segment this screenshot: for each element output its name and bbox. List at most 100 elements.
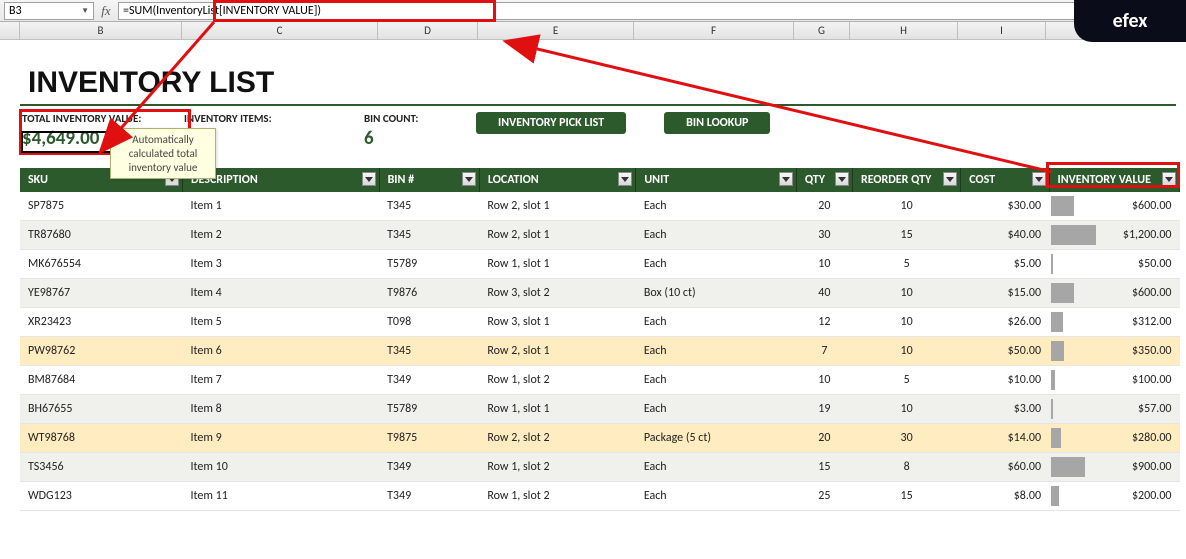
cell-unit[interactable]: Each [636, 453, 796, 482]
cell-description[interactable]: Item 6 [182, 337, 379, 366]
col-header-I[interactable]: I [958, 22, 1046, 39]
fx-icon[interactable]: fx [94, 3, 118, 19]
cell-location[interactable]: Row 1, slot 2 [479, 366, 635, 395]
cell-cost[interactable]: $50.00 [961, 337, 1049, 366]
cell-inventory-value[interactable]: $200.00 [1049, 482, 1179, 511]
bin-lookup-button[interactable]: BIN LOOKUP [664, 112, 770, 134]
filter-icon[interactable] [618, 172, 632, 186]
cell-location[interactable]: Row 2, slot 1 [479, 192, 635, 221]
cell-description[interactable]: Item 10 [182, 453, 379, 482]
table-row[interactable]: MK676554Item 3T5789Row 1, slot 1Each105$… [20, 250, 1180, 279]
cell-location[interactable]: Row 3, slot 2 [479, 279, 635, 308]
cell-cost[interactable]: $15.00 [961, 279, 1049, 308]
cell-unit[interactable]: Box (10 ct) [636, 279, 796, 308]
cell-sku[interactable]: WT98768 [20, 424, 182, 453]
cell-location[interactable]: Row 2, slot 1 [479, 221, 635, 250]
cell-inventory-value[interactable]: $600.00 [1049, 192, 1179, 221]
cell-sku[interactable]: BM87684 [20, 366, 182, 395]
cell-unit[interactable]: Each [636, 395, 796, 424]
cell-reorder-qty[interactable]: 5 [852, 250, 960, 279]
cell-cost[interactable]: $60.00 [961, 453, 1049, 482]
cell-description[interactable]: Item 9 [182, 424, 379, 453]
filter-icon[interactable] [943, 172, 957, 186]
filter-icon[interactable] [835, 172, 849, 186]
cell-qty[interactable]: 20 [796, 192, 852, 221]
cell-reorder-qty[interactable]: 5 [852, 366, 960, 395]
cell-inventory-value[interactable]: $1,200.00 [1049, 221, 1179, 250]
th-location[interactable]: LOCATION [479, 168, 635, 192]
cell-bin[interactable]: T349 [379, 482, 479, 511]
cell-sku[interactable]: WDG123 [20, 482, 182, 511]
cell-description[interactable]: Item 5 [182, 308, 379, 337]
cell-bin[interactable]: T345 [379, 337, 479, 366]
cell-cost[interactable]: $30.00 [961, 192, 1049, 221]
table-row[interactable]: WDG123Item 11T349Row 1, slot 2Each2515$8… [20, 482, 1180, 511]
cell-unit[interactable]: Each [636, 337, 796, 366]
cell-bin[interactable]: T349 [379, 366, 479, 395]
cell-sku[interactable]: BH67655 [20, 395, 182, 424]
col-header-G[interactable]: G [794, 22, 850, 39]
cell-qty[interactable]: 15 [796, 453, 852, 482]
cell-cost[interactable]: $3.00 [961, 395, 1049, 424]
cell-description[interactable]: Item 3 [182, 250, 379, 279]
cell-qty[interactable]: 20 [796, 424, 852, 453]
select-all-corner[interactable] [0, 22, 20, 39]
filter-icon[interactable] [1032, 172, 1046, 186]
cell-sku[interactable]: TR87680 [20, 221, 182, 250]
cell-qty[interactable]: 10 [796, 250, 852, 279]
th-bin[interactable]: BIN # [379, 168, 479, 192]
cell-sku[interactable]: MK676554 [20, 250, 182, 279]
cell-unit[interactable]: Each [636, 221, 796, 250]
cell-description[interactable]: Item 1 [182, 192, 379, 221]
cell-inventory-value[interactable]: $350.00 [1049, 337, 1179, 366]
cell-sku[interactable]: SP7875 [20, 192, 182, 221]
name-box[interactable]: B3 ▼ [4, 2, 94, 20]
col-header-B[interactable]: B [20, 22, 182, 39]
cell-unit[interactable]: Each [636, 192, 796, 221]
cell-inventory-value[interactable]: $312.00 [1049, 308, 1179, 337]
cell-location[interactable]: Row 3, slot 1 [479, 308, 635, 337]
table-row[interactable]: SP7875Item 1T345Row 2, slot 1Each2010$30… [20, 192, 1180, 221]
cell-sku[interactable]: PW98762 [20, 337, 182, 366]
cell-description[interactable]: Item 8 [182, 395, 379, 424]
cell-reorder-qty[interactable]: 30 [852, 424, 960, 453]
cell-inventory-value[interactable]: $600.00 [1049, 279, 1179, 308]
th-inventory-value[interactable]: INVENTORY VALUE [1049, 168, 1179, 192]
cell-bin[interactable]: T5789 [379, 250, 479, 279]
col-header-D[interactable]: D [378, 22, 478, 39]
cell-reorder-qty[interactable]: 10 [852, 192, 960, 221]
cell-bin[interactable]: T9876 [379, 279, 479, 308]
table-row[interactable]: BH67655Item 8T5789Row 1, slot 1Each1910$… [20, 395, 1180, 424]
cell-reorder-qty[interactable]: 15 [852, 482, 960, 511]
filter-icon[interactable] [462, 172, 476, 186]
cell-location[interactable]: Row 1, slot 2 [479, 482, 635, 511]
th-cost[interactable]: COST [961, 168, 1049, 192]
cell-unit[interactable]: Each [636, 482, 796, 511]
cell-unit[interactable]: Each [636, 366, 796, 395]
cell-reorder-qty[interactable]: 10 [852, 395, 960, 424]
cell-description[interactable]: Item 7 [182, 366, 379, 395]
col-header-E[interactable]: E [478, 22, 634, 39]
inventory-pick-list-button[interactable]: INVENTORY PICK LIST [476, 112, 626, 134]
chevron-down-icon[interactable]: ▼ [81, 6, 89, 16]
cell-cost[interactable]: $26.00 [961, 308, 1049, 337]
cell-sku[interactable]: YE98767 [20, 279, 182, 308]
cell-location[interactable]: Row 1, slot 1 [479, 395, 635, 424]
cell-cost[interactable]: $14.00 [961, 424, 1049, 453]
table-row[interactable]: TR87680Item 2T345Row 2, slot 1Each3015$4… [20, 221, 1180, 250]
col-header-F[interactable]: F [634, 22, 794, 39]
table-row[interactable]: XR23423Item 5T098Row 3, slot 1Each1210$2… [20, 308, 1180, 337]
cell-reorder-qty[interactable]: 10 [852, 337, 960, 366]
cell-description[interactable]: Item 4 [182, 279, 379, 308]
cell-bin[interactable]: T9875 [379, 424, 479, 453]
cell-qty[interactable]: 7 [796, 337, 852, 366]
cell-location[interactable]: Row 1, slot 1 [479, 250, 635, 279]
cell-inventory-value[interactable]: $100.00 [1049, 366, 1179, 395]
cell-qty[interactable]: 40 [796, 279, 852, 308]
cell-unit[interactable]: Package (5 ct) [636, 424, 796, 453]
cell-reorder-qty[interactable]: 8 [852, 453, 960, 482]
table-row[interactable]: WT98768Item 9T9875Row 2, slot 2Package (… [20, 424, 1180, 453]
th-reorder-qty[interactable]: REORDER QTY [852, 168, 960, 192]
cell-bin[interactable]: T5789 [379, 395, 479, 424]
cell-bin[interactable]: T349 [379, 453, 479, 482]
